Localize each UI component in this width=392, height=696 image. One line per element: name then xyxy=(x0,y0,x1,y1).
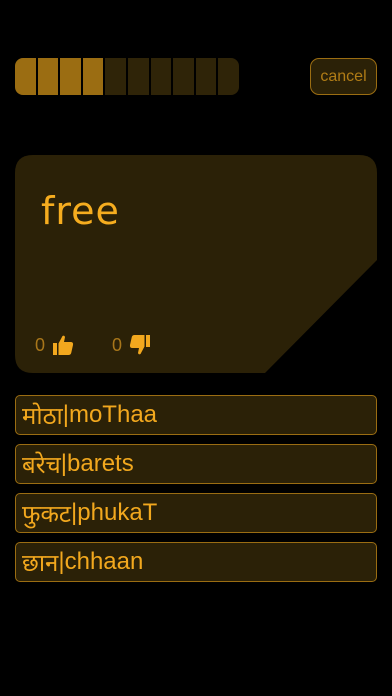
progress-segment-filled xyxy=(37,58,59,95)
cancel-button[interactable]: cancel xyxy=(310,58,377,95)
progress-segment-empty xyxy=(150,58,172,95)
progress-segment-empty xyxy=(105,58,126,95)
progress-segment-filled xyxy=(82,58,104,95)
thumbs-up-icon[interactable] xyxy=(51,333,75,357)
answer-option[interactable]: फुकट | phukaT xyxy=(15,493,377,533)
upvote-group[interactable]: 0 xyxy=(35,333,75,357)
progress-bar xyxy=(15,58,239,95)
option-transliteration: chhaan xyxy=(64,548,144,575)
progress-segment-empty xyxy=(173,58,194,95)
option-transliteration: barets xyxy=(67,450,134,477)
thumbs-down-icon[interactable] xyxy=(128,333,152,357)
flashcard-word: free xyxy=(41,189,120,233)
progress-segment-filled xyxy=(60,58,81,95)
downvote-count: 0 xyxy=(112,335,123,355)
answer-option[interactable]: मोठा | moThaa xyxy=(15,395,377,435)
answer-option[interactable]: छान | chhaan xyxy=(15,542,377,582)
option-devanagari: मोठा xyxy=(22,401,63,430)
option-transliteration: moThaa xyxy=(68,401,158,428)
progress-segment-empty xyxy=(127,58,149,95)
option-devanagari: छान xyxy=(22,548,59,577)
downvote-group[interactable]: 0 xyxy=(112,333,152,357)
progress-segment-empty xyxy=(195,58,217,95)
answer-option[interactable]: बरेच | barets xyxy=(15,444,377,484)
progress-segment-filled xyxy=(15,58,36,95)
option-devanagari: फुकट xyxy=(22,499,72,528)
flashcard: free 0 0 xyxy=(15,155,377,373)
option-transliteration: phukaT xyxy=(77,499,158,526)
answer-options: मोठा | moThaa बरेच | barets फुकट | phuka… xyxy=(15,395,377,591)
progress-segment-empty xyxy=(218,58,239,95)
upvote-count: 0 xyxy=(35,335,46,355)
option-devanagari: बरेच xyxy=(22,450,61,479)
